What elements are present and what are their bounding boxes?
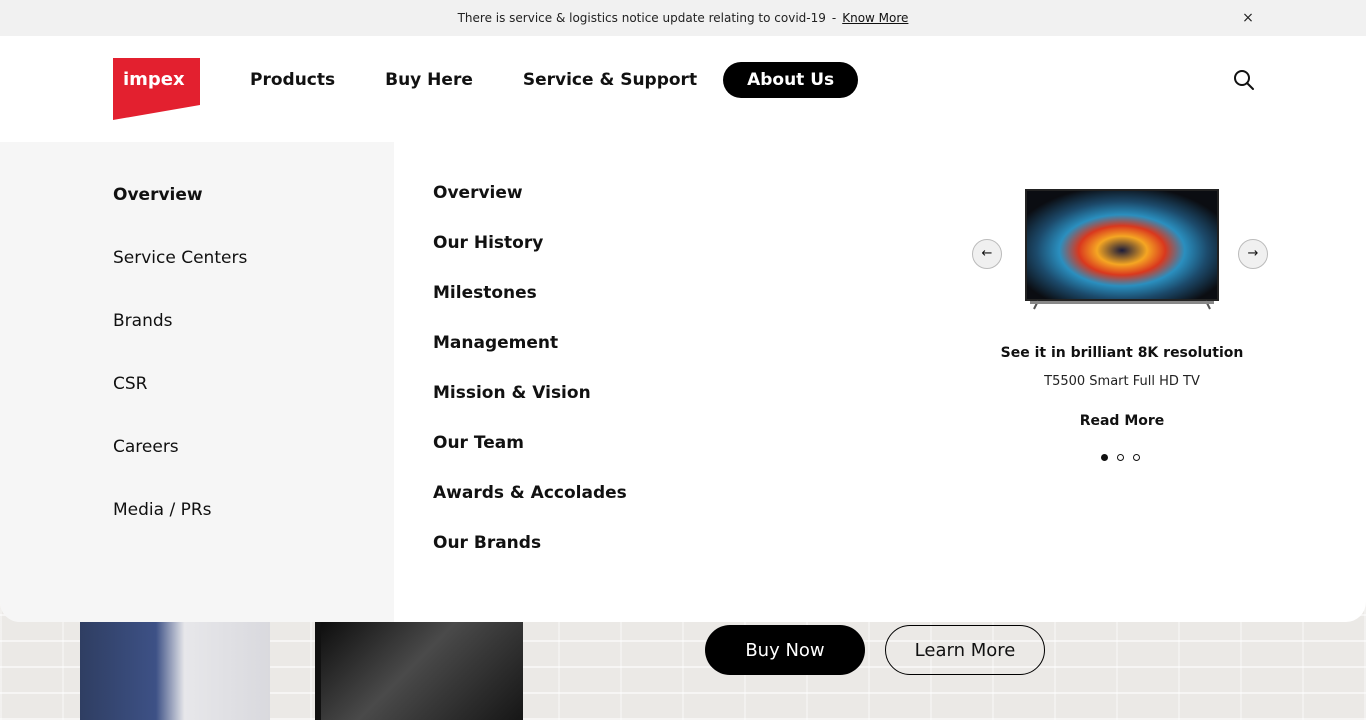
promo-carousel: ← → See it in brilliant 8K resolution T5…: [960, 182, 1280, 472]
hero-tv-image: [315, 622, 523, 720]
carousel-dot-3[interactable]: [1133, 454, 1140, 461]
link-overview[interactable]: Overview: [433, 183, 523, 203]
close-icon[interactable]: ×: [1240, 10, 1256, 26]
arrow-left-icon[interactable]: ←: [972, 239, 1002, 269]
section-careers[interactable]: Careers: [113, 437, 179, 457]
section-brands[interactable]: Brands: [113, 311, 173, 331]
promo-title: See it in brilliant 8K resolution: [1000, 345, 1244, 361]
carousel-dots: [1101, 454, 1149, 461]
main-nav: Products Buy Here Service & Support Abou…: [238, 62, 884, 98]
link-mission-vision[interactable]: Mission & Vision: [433, 383, 591, 403]
nav-about-us[interactable]: About Us: [723, 62, 859, 98]
notice-separator: -: [831, 11, 837, 25]
link-our-team[interactable]: Our Team: [433, 433, 524, 453]
read-more-link[interactable]: Read More: [960, 413, 1284, 429]
link-milestones[interactable]: Milestones: [433, 283, 537, 303]
covid-notice-bar: There is service & logistics notice upda…: [0, 0, 1366, 36]
about-sections-sidebar: Overview Service Centers Brands CSR Care…: [0, 142, 394, 622]
know-more-link[interactable]: Know More: [842, 11, 908, 25]
link-awards-accolades[interactable]: Awards & Accolades: [433, 483, 627, 503]
buy-now-button[interactable]: Buy Now: [705, 625, 865, 675]
learn-more-button[interactable]: Learn More: [885, 625, 1045, 675]
section-csr[interactable]: CSR: [113, 374, 147, 394]
svg-text:impex: impex: [123, 69, 185, 90]
nav-buy-here[interactable]: Buy Here: [373, 62, 485, 98]
search-icon[interactable]: [1233, 69, 1255, 91]
link-management[interactable]: Management: [433, 333, 558, 353]
notice-text: There is service & logistics notice upda…: [457, 11, 826, 25]
impex-logo[interactable]: impex: [113, 58, 200, 120]
about-us-dropdown: Overview Service Centers Brands CSR Care…: [0, 142, 1366, 622]
hero-person-image: [80, 622, 270, 720]
arrow-right-icon[interactable]: →: [1238, 239, 1268, 269]
promo-subtitle: T5500 Smart Full HD TV: [1044, 374, 1200, 389]
link-our-brands[interactable]: Our Brands: [433, 533, 541, 553]
site-header: impex Products Buy Here Service & Suppor…: [0, 36, 1366, 142]
carousel-dot-2[interactable]: [1117, 454, 1124, 461]
nav-products[interactable]: Products: [238, 62, 347, 98]
section-overview[interactable]: Overview: [113, 185, 203, 205]
link-our-history[interactable]: Our History: [433, 233, 543, 253]
nav-service-support[interactable]: Service & Support: [511, 62, 709, 98]
section-service-centers[interactable]: Service Centers: [113, 248, 247, 268]
tv-product-image: [1024, 188, 1220, 312]
carousel-dot-1[interactable]: [1101, 454, 1108, 461]
section-media-prs[interactable]: Media / PRs: [113, 500, 212, 520]
